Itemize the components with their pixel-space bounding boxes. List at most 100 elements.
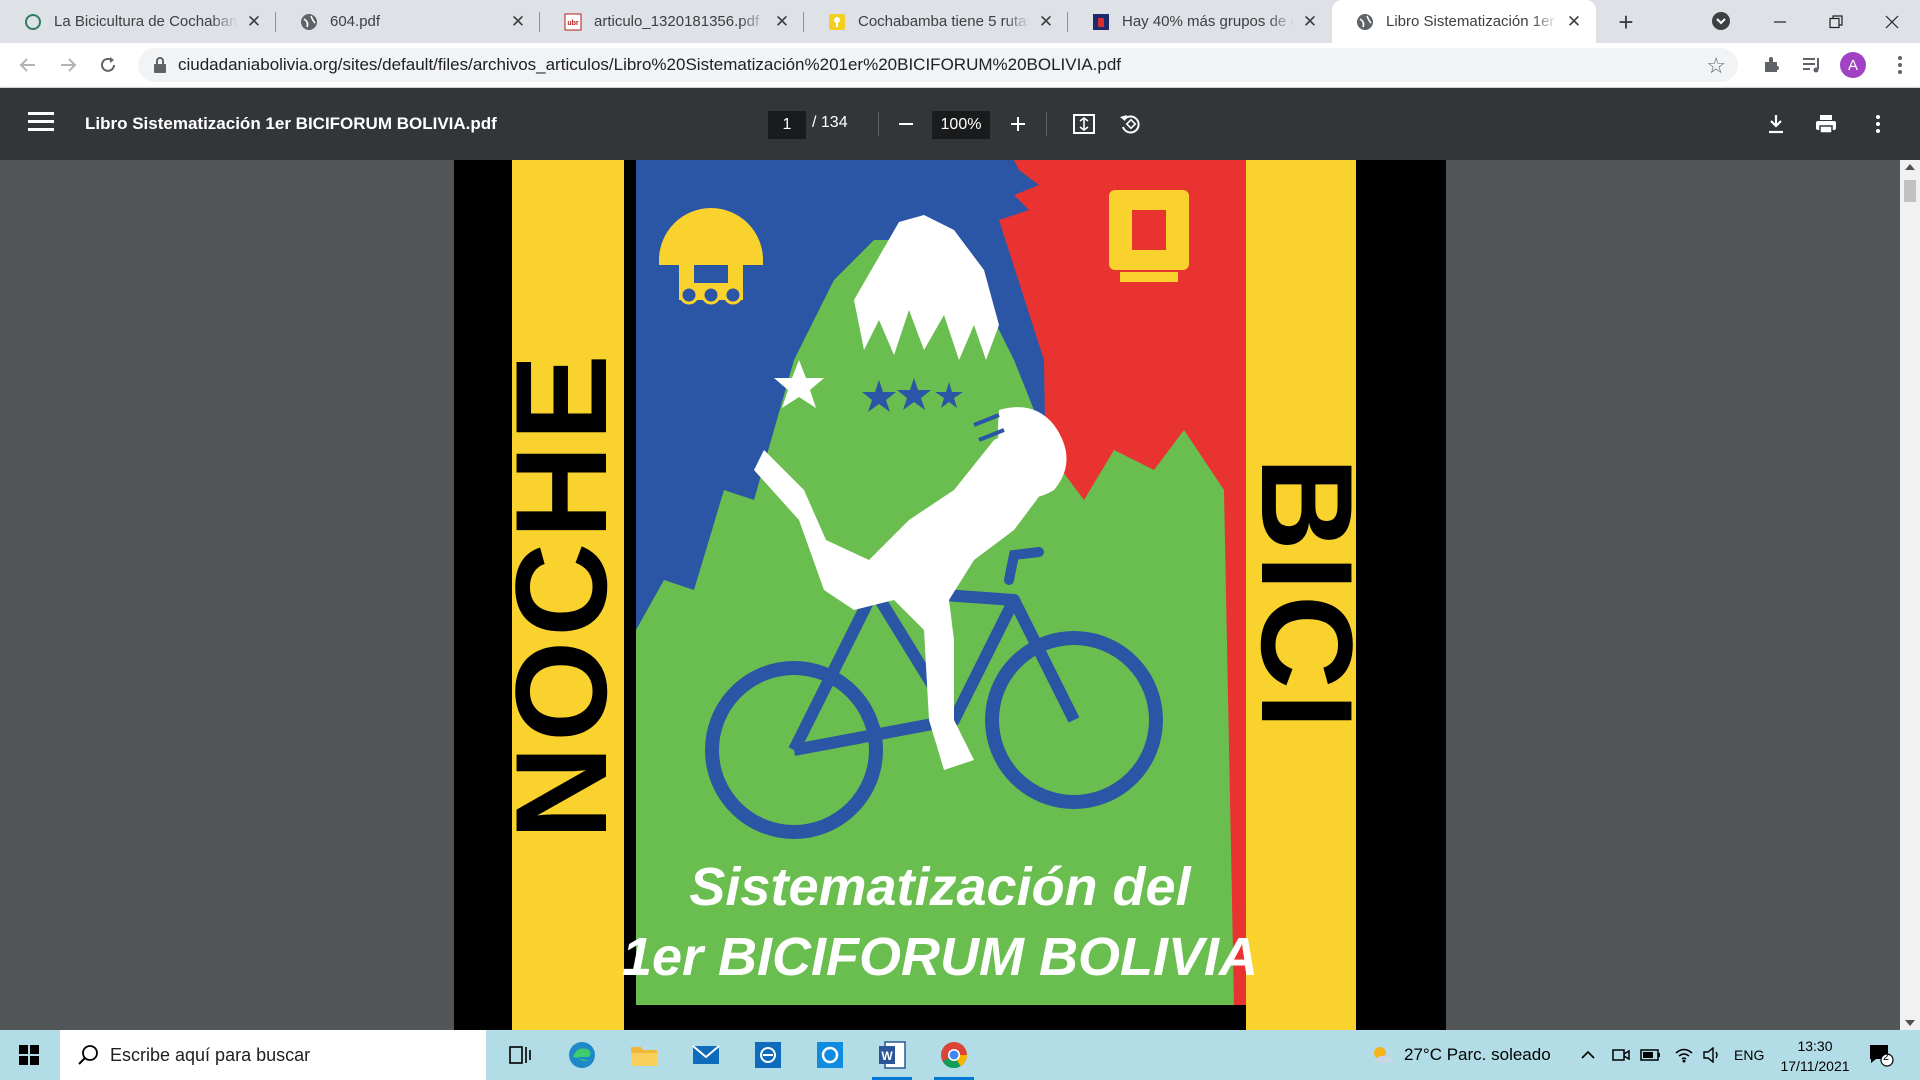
plus-icon	[1011, 117, 1025, 131]
tab-title: La Bicicultura de Cochabamba	[54, 13, 238, 30]
globe-icon	[300, 13, 318, 31]
cover-artwork: NOCHE BICI Sistematización del 1er BICIF…	[454, 160, 1446, 1030]
battery-button[interactable]	[1640, 1030, 1662, 1080]
forward-button[interactable]	[52, 49, 84, 81]
arrow-left-icon	[19, 58, 35, 72]
vertical-dots-icon	[1876, 115, 1880, 133]
close-icon[interactable]: ✕	[1036, 12, 1056, 32]
speaker-icon	[1703, 1047, 1718, 1063]
scroll-down-arrow-icon[interactable]	[1905, 1020, 1915, 1026]
media-control-button[interactable]	[1796, 49, 1828, 81]
tab-strip: La Bicicultura de Cochabamba ✕ 604.pdf ✕…	[0, 0, 1920, 43]
pdf-viewer-area[interactable]: NOCHE BICI Sistematización del 1er BICIF…	[0, 160, 1900, 1030]
close-icon[interactable]: ✕	[1300, 12, 1320, 32]
word-button[interactable]: W	[868, 1035, 916, 1080]
volume-button[interactable]	[1702, 1030, 1722, 1080]
cortana-icon	[817, 1042, 843, 1068]
pdf-more-options-button[interactable]	[1862, 108, 1894, 140]
close-icon[interactable]: ✕	[508, 12, 528, 32]
edge-taskbar-button[interactable]	[558, 1035, 606, 1075]
mail-button[interactable]	[682, 1035, 730, 1075]
wifi-button[interactable]	[1674, 1030, 1694, 1080]
tab-search-button[interactable]	[1708, 8, 1734, 34]
print-button[interactable]	[1810, 108, 1842, 140]
tab-articulo-pdf[interactable]: ubr articulo_1320181356.pdf ✕	[540, 0, 804, 43]
weather-text: 27°C Parc. soleado	[1404, 1045, 1551, 1064]
chrome-button[interactable]	[930, 1035, 978, 1080]
scroll-up-arrow-icon[interactable]	[1905, 164, 1915, 170]
taskbar-search-input[interactable]: Escribe aquí para buscar	[60, 1030, 486, 1080]
pdf-toolbar: Libro Sistematización 1er BICIFORUM BOLI…	[0, 88, 1920, 160]
browser-toolbar: ciudadaniabolivia.org/sites/default/file…	[0, 43, 1920, 88]
tab-grupos-ciclistas[interactable]: Hay 40% más grupos de ciclistas ✕	[1068, 0, 1332, 43]
clock-time: 13:30	[1797, 1038, 1833, 1054]
rotate-counterclockwise-icon	[1120, 115, 1140, 134]
close-icon[interactable]: ✕	[1564, 12, 1584, 32]
file-explorer-button[interactable]	[620, 1035, 668, 1075]
bookmark-star-icon[interactable]: ☆	[1706, 53, 1726, 79]
app-square-icon	[755, 1042, 781, 1068]
toolbar-divider	[878, 112, 879, 136]
cover-left-vertical-text: NOCHE	[488, 350, 634, 839]
close-icon[interactable]: ✕	[772, 12, 792, 32]
reload-icon	[101, 57, 115, 72]
notification-center-icon	[1870, 1045, 1894, 1067]
chevron-down-icon	[1712, 12, 1730, 30]
download-icon	[1769, 115, 1783, 134]
task-view-icon	[509, 1046, 531, 1064]
camera-icon	[1612, 1049, 1630, 1061]
page-number-input[interactable]: 1	[768, 111, 806, 139]
extensions-button[interactable]	[1756, 49, 1788, 81]
cover-title-line2: 1er BICIFORUM BOLIVIA	[622, 927, 1258, 987]
task-view-button[interactable]	[496, 1035, 544, 1075]
app-blue-button[interactable]	[744, 1035, 792, 1075]
vertical-scrollbar[interactable]	[1900, 160, 1920, 1030]
start-button[interactable]	[0, 1030, 58, 1080]
close-icon	[1885, 15, 1899, 28]
scrollbar-thumb[interactable]	[1904, 180, 1916, 202]
close-window-button[interactable]	[1864, 0, 1920, 43]
notification-count: 2	[1883, 1051, 1890, 1063]
partly-sunny-icon	[1374, 1047, 1394, 1063]
circle-outline-icon	[24, 13, 42, 31]
tab-title: 604.pdf	[330, 13, 381, 30]
windows-taskbar: Escribe aquí para buscar W 27°C Parc. so…	[0, 1030, 1920, 1080]
address-bar[interactable]: ciudadaniabolivia.org/sites/default/file…	[138, 48, 1738, 82]
puzzle-icon	[1765, 57, 1779, 72]
fit-to-page-button[interactable]	[1068, 108, 1100, 140]
notifications-button[interactable]: 2	[1868, 1030, 1894, 1080]
pdf-page-cover: NOCHE BICI Sistematización del 1er BICIF…	[454, 160, 1446, 1030]
globe-icon	[1356, 13, 1374, 31]
zoom-out-button[interactable]	[890, 108, 922, 140]
app-cortana-button[interactable]	[806, 1035, 854, 1075]
reload-button[interactable]	[92, 49, 124, 81]
input-language-button[interactable]: ENG	[1734, 1030, 1764, 1080]
tab-title: Libro Sistematización 1er BICIFORUM BOLI…	[1386, 13, 1558, 30]
pdf-site-icon: ubr	[564, 13, 582, 31]
zoom-in-button[interactable]	[1002, 108, 1034, 140]
tab-bicicultura[interactable]: La Bicicultura de Cochabamba ✕	[0, 0, 276, 43]
weather-widget[interactable]: 27°C Parc. soleado	[1370, 1030, 1551, 1080]
tab-604-pdf[interactable]: 604.pdf ✕	[276, 0, 540, 43]
download-button[interactable]	[1760, 108, 1792, 140]
cover-title-line1: Sistematización del	[689, 857, 1191, 917]
tab-cochabamba-rutas[interactable]: Cochabamba tiene 5 rutas para ciclistas …	[804, 0, 1068, 43]
zoom-level-input[interactable]: 100%	[932, 111, 990, 139]
show-hidden-icons-button[interactable]	[1580, 1030, 1596, 1080]
meet-now-button[interactable]	[1612, 1030, 1630, 1080]
back-button[interactable]	[12, 49, 44, 81]
chevron-up-icon	[1581, 1050, 1595, 1059]
arrow-right-icon	[61, 58, 77, 72]
tab-libro-sistematizacion[interactable]: Libro Sistematización 1er BICIFORUM BOLI…	[1332, 0, 1596, 43]
windows-logo-icon	[19, 1045, 39, 1065]
minimize-button[interactable]	[1752, 0, 1808, 43]
new-tab-button[interactable]: +	[1612, 7, 1640, 37]
rotate-button[interactable]	[1114, 108, 1146, 140]
hamburger-menu-icon[interactable]	[28, 112, 54, 136]
system-clock[interactable]: 13:30 17/11/2021	[1770, 1036, 1860, 1076]
lock-icon	[152, 56, 168, 74]
browser-menu-button[interactable]	[1884, 49, 1916, 81]
profile-avatar[interactable]: A	[1840, 52, 1866, 78]
restore-button[interactable]	[1808, 0, 1864, 43]
close-icon[interactable]: ✕	[244, 12, 264, 32]
